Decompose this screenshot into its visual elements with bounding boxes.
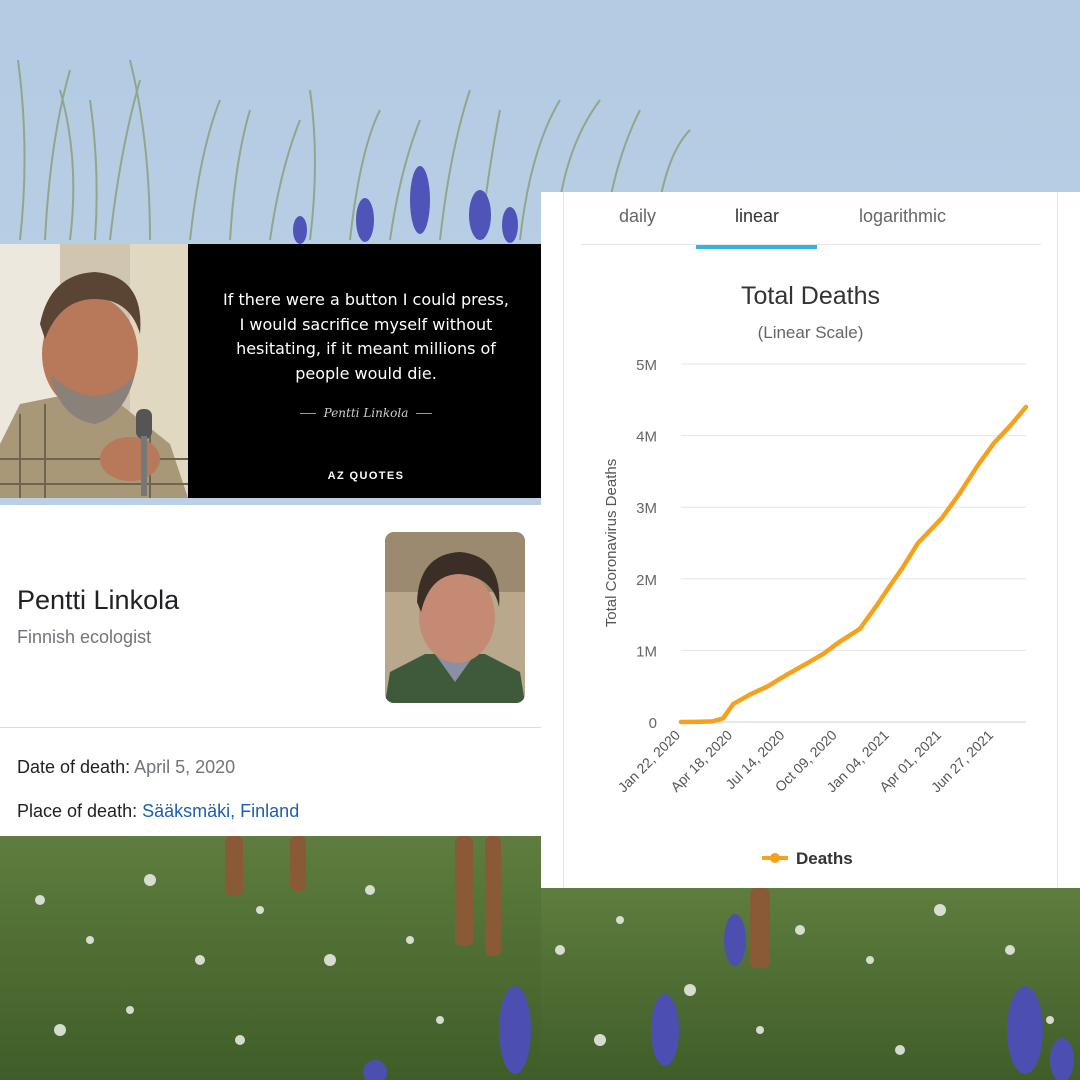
chart-card: daily linear logarithmic Total Deaths (L… xyxy=(541,192,1080,888)
person-photo[interactable] xyxy=(385,532,525,703)
quote-line: people would die. xyxy=(295,363,437,383)
quote-text: If there were a button I could press, I … xyxy=(200,288,532,386)
y-tick-label: 4M xyxy=(636,429,657,446)
quote-card: If there were a button I could press, I … xyxy=(0,244,541,498)
speaker-photo xyxy=(0,244,188,498)
y-tick-label: 1M xyxy=(636,643,657,660)
place-separator: , xyxy=(230,801,236,821)
deaths-series-line xyxy=(678,404,1029,725)
dash-decoration xyxy=(299,413,316,414)
divider xyxy=(0,727,541,728)
legend-marker xyxy=(770,853,780,863)
quote-author: Pentti Linkola xyxy=(323,406,409,420)
fact-value: April 5, 2020 xyxy=(134,757,236,777)
fact-place-of-death: Place of death: Sääksmäki, Finland xyxy=(17,801,299,822)
place-city-link[interactable]: Sääksmäki xyxy=(142,801,230,821)
azquotes-logo: AZ QUOTES xyxy=(327,470,405,482)
quote-line: hesitating, if it meant millions of xyxy=(236,339,496,358)
y-tick-label: 0 xyxy=(649,715,657,732)
person-description: Finnish ecologist xyxy=(17,627,152,647)
y-tick-label: 5M xyxy=(636,357,657,374)
fact-label: Date of death: xyxy=(17,757,131,777)
deaths-line-chart: 01M2M3M4M5MJan 22, 2020Apr 18, 2020Jul 1… xyxy=(603,357,1029,868)
y-tick-label: 3M xyxy=(636,500,657,517)
y-tick-label: 2M xyxy=(636,572,657,589)
quote-line: I would sacrifice myself without xyxy=(239,314,493,334)
place-country-link[interactable]: Finland xyxy=(240,801,299,821)
legend-label: Deaths xyxy=(796,849,853,868)
quote-line: If there were a button I could press, xyxy=(223,290,509,309)
fact-label: Place of death: xyxy=(17,801,138,821)
fact-date-of-death: Date of death: April 5, 2020 xyxy=(17,757,235,778)
knowledge-panel: Pentti Linkola Finnish ecologist Date of… xyxy=(0,505,541,836)
y-axis-label: Total Coronavirus Deaths xyxy=(603,459,620,627)
quote-attribution: Pentti Linkola xyxy=(200,406,532,420)
dash-decoration xyxy=(416,413,433,414)
person-name: Pentti Linkola xyxy=(17,585,180,615)
